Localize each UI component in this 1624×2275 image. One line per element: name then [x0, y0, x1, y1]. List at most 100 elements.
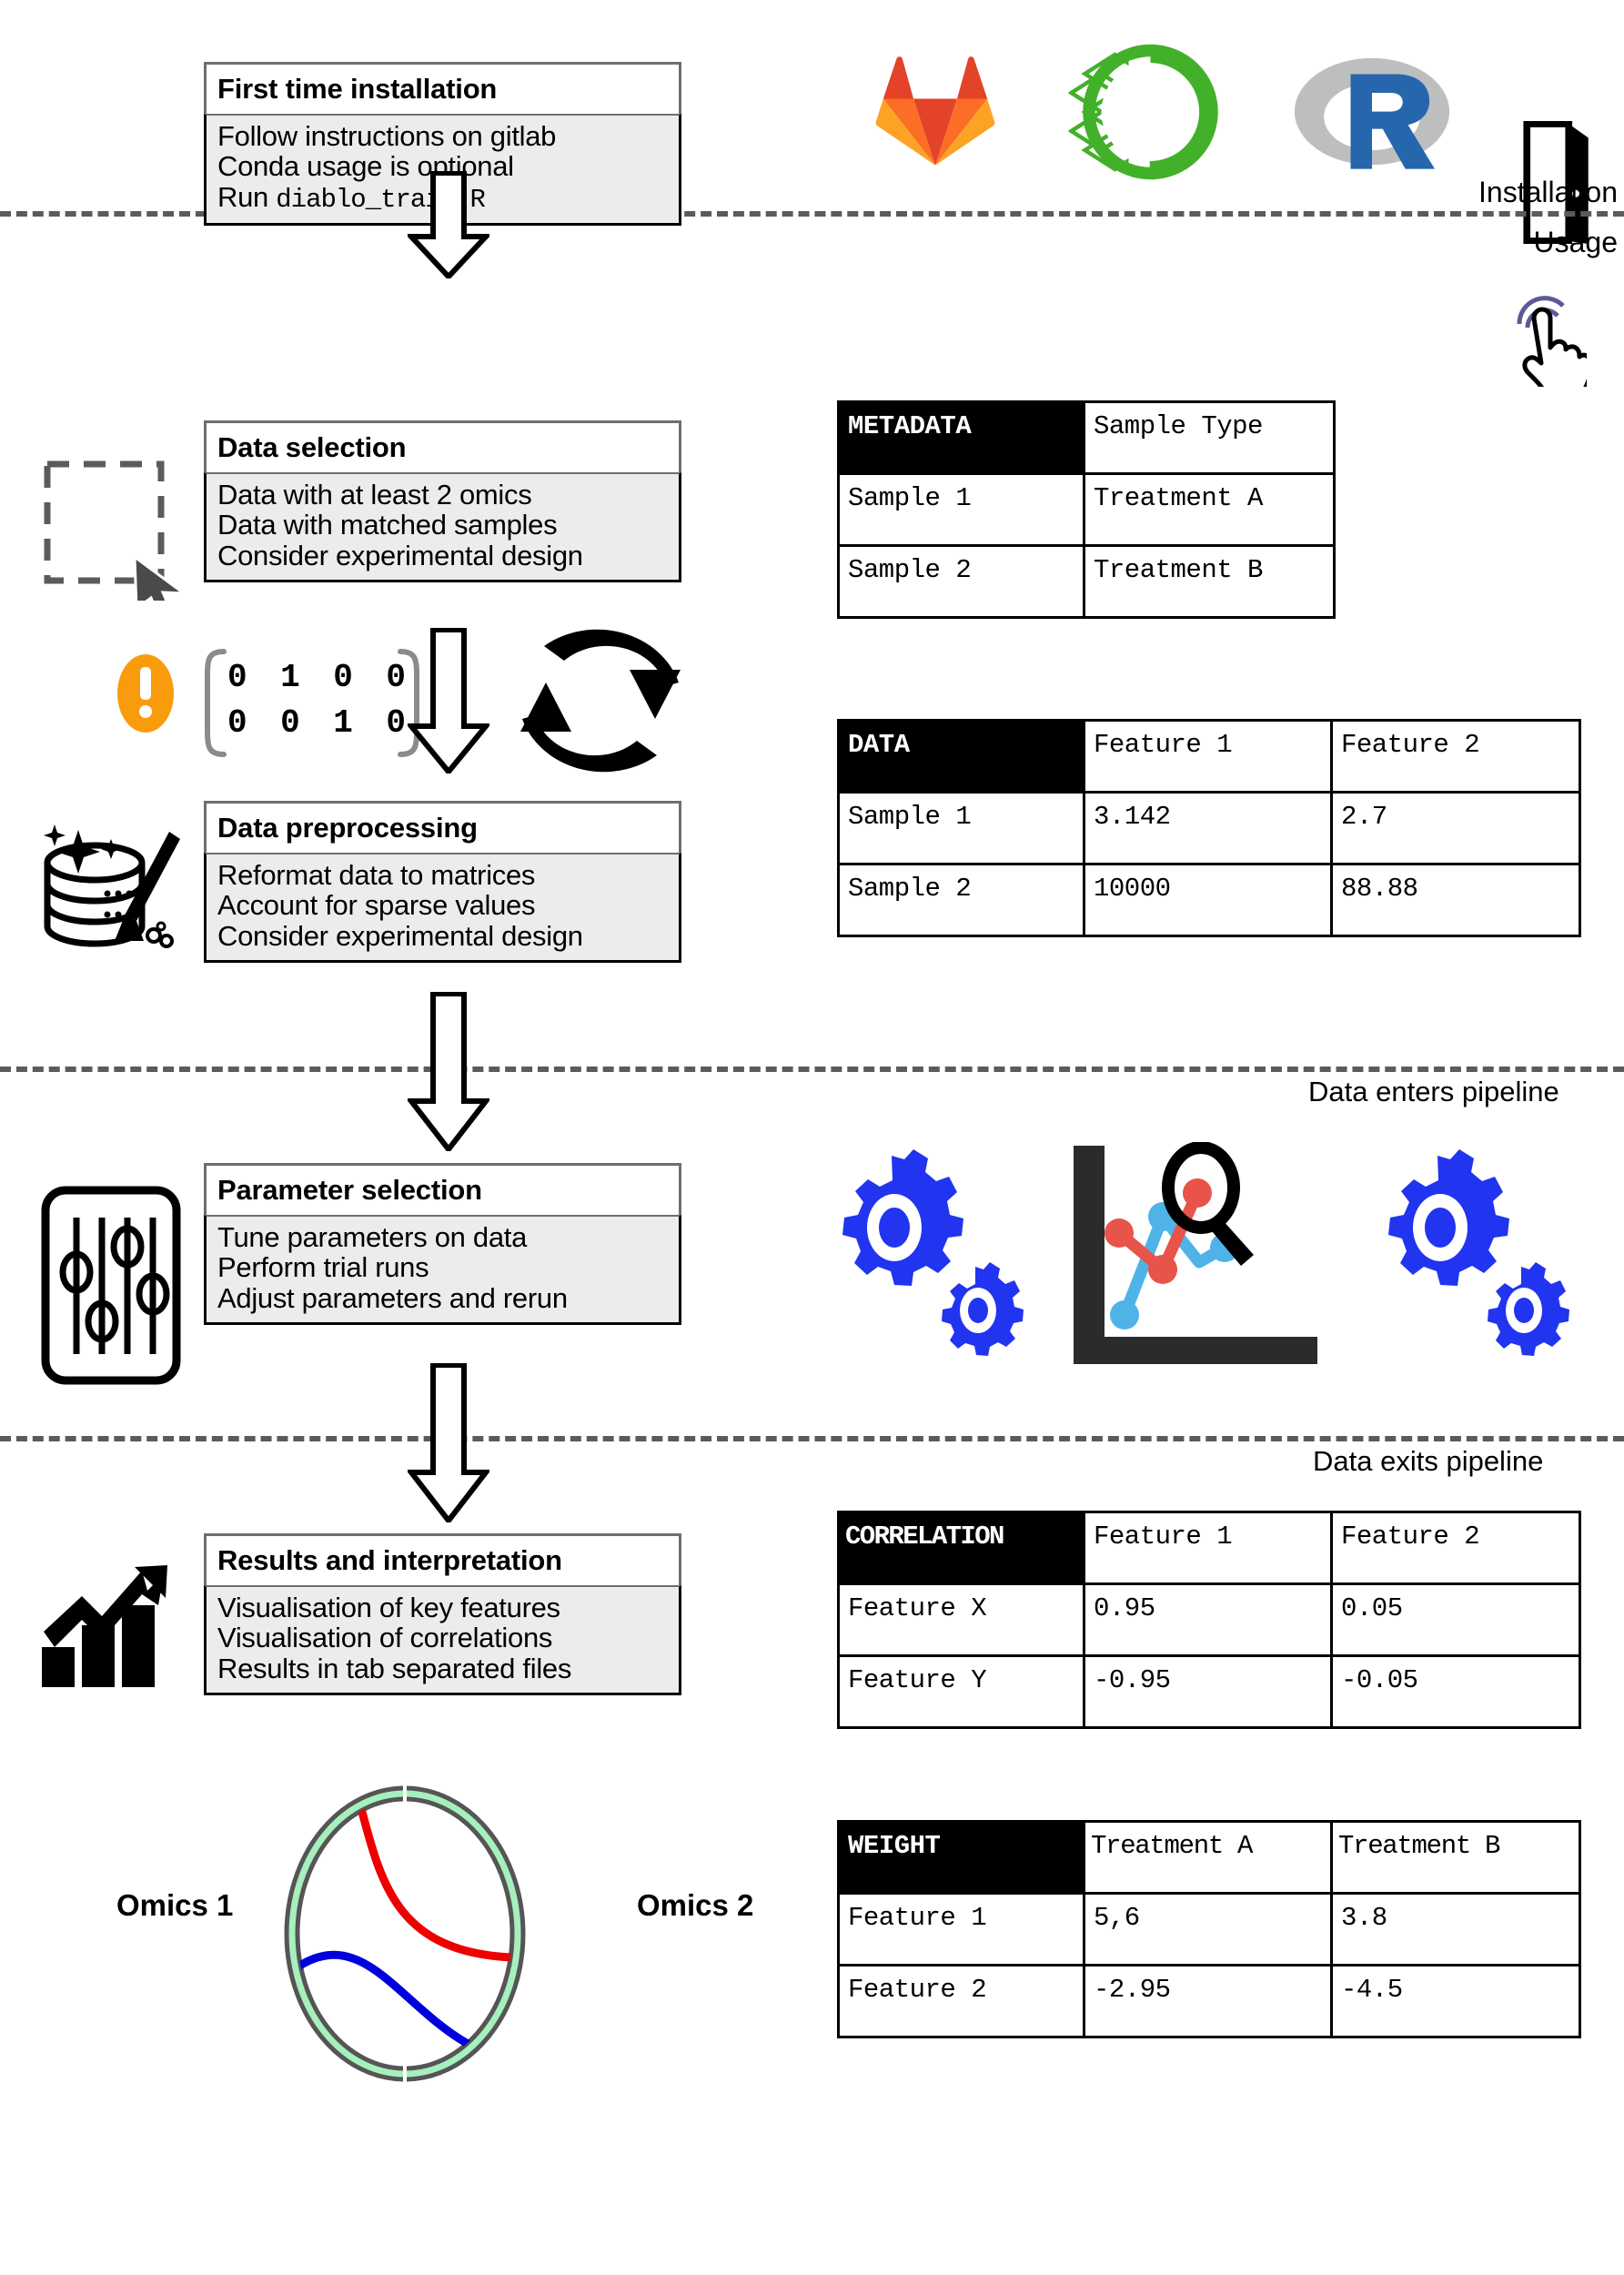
matrix-cell: 1: [333, 704, 353, 742]
r-logo-icon: [1290, 53, 1454, 176]
table-cell: 10000: [1083, 863, 1333, 937]
stage-title: Data selection: [204, 420, 681, 472]
stage-line: Consider experimental design: [217, 539, 583, 571]
selection-marquee-cursor-icon: [38, 455, 193, 620]
table-cell: -2.95: [1083, 1964, 1333, 2038]
stage-line: Data with at least 2 omics: [217, 479, 532, 511]
table-header-row: CORRELATION Feature 1 Feature 2: [837, 1511, 1581, 1585]
table-cell: 2.7: [1330, 791, 1581, 865]
table-row: Feature 1 5,6 3.8: [837, 1892, 1581, 1967]
stage-title: Data preprocessing: [204, 801, 681, 853]
matrix-cell: 0: [280, 704, 300, 742]
stage-body: Reformat data to matrices Account for sp…: [204, 853, 681, 964]
warning-icon: [116, 653, 175, 733]
stage-title: Parameter selection: [204, 1163, 681, 1215]
table-cell: 5,6: [1083, 1892, 1333, 1967]
stage-line: Visualisation of correlations: [217, 1622, 553, 1654]
omics-2-label: Omics 2: [637, 1888, 754, 1922]
table-cell: 3.8: [1330, 1892, 1581, 1967]
table-row: Sample 1 3.142 2.7: [837, 791, 1581, 865]
circos-correlation-plot: [255, 1779, 555, 2088]
stage-line: Adjust parameters and rerun: [217, 1281, 568, 1314]
gears-left-icon: [810, 1145, 1037, 1363]
table-cell: Treatment A: [1083, 472, 1336, 547]
table-cell: Treatment B: [1083, 544, 1336, 619]
gears-right-icon: [1356, 1145, 1583, 1363]
design-matrix: 0 1 0 0 0 0 1 0: [189, 646, 435, 760]
table-row: Sample 1 Treatment A: [837, 472, 1336, 547]
omics-1-label: Omics 1: [116, 1888, 234, 1922]
table-cell: -0.05: [1330, 1654, 1581, 1729]
matrix-cell: 0: [386, 659, 406, 696]
stage-body: Tune parameters on data Perform trial ru…: [204, 1215, 681, 1326]
row-label: Sample 2: [837, 544, 1085, 619]
metadata-table: METADATA Sample Type Sample 1 Treatment …: [837, 400, 1336, 619]
table-cell: 3.142: [1083, 791, 1333, 865]
table-row: Sample 2 10000 88.88: [837, 863, 1581, 937]
matrix-cell: 0: [227, 659, 247, 696]
table-cell: -4.5: [1330, 1964, 1581, 2038]
scatter-chart-magnifier-icon: [1063, 1141, 1326, 1370]
table-corner-header: WEIGHT: [837, 1820, 1085, 1895]
stage-data-selection: Data selection Data with at least 2 omic…: [204, 420, 681, 583]
stage-line: Follow instructions on gitlab: [217, 120, 557, 152]
table-cell: -0.95: [1083, 1654, 1333, 1729]
run-prefix: Run: [217, 180, 268, 213]
table-column-header: Treatment B: [1330, 1820, 1581, 1895]
matrix-cell: 1: [280, 659, 300, 696]
data-table: DATA Feature 1 Feature 2 Sample 1 3.142 …: [837, 719, 1581, 937]
growth-bar-chart-icon: [35, 1563, 171, 1691]
stage-line: Account for sparse values: [217, 889, 536, 922]
stage-line: Tune parameters on data: [217, 1221, 528, 1253]
table-column-header: Feature 2: [1330, 1511, 1581, 1585]
stage-line: Reformat data to matrices: [217, 859, 536, 891]
gitlab-logo-icon: [853, 53, 1017, 167]
row-label: Sample 1: [837, 791, 1085, 865]
conda-logo-icon: [1066, 44, 1235, 180]
row-label: Sample 1: [837, 472, 1085, 547]
table-column-header: Sample Type: [1083, 400, 1336, 475]
table-corner-header: METADATA: [837, 400, 1085, 475]
stage-results-and-interpretation: Results and interpretation Visualisation…: [204, 1533, 681, 1696]
table-header-row: DATA Feature 1 Feature 2: [837, 719, 1581, 794]
table-cell: 88.88: [1330, 863, 1581, 937]
flow-arrow-1: [405, 170, 492, 281]
usage-label: Usage: [1533, 226, 1619, 258]
stage-line: Results in tab separated files: [217, 1652, 572, 1684]
weight-table: WEIGHT Treatment A Treatment B Feature 1…: [837, 1820, 1581, 2038]
table-column-header: Treatment A: [1083, 1820, 1333, 1895]
data-cleaning-icon: [24, 819, 187, 956]
stage-parameter-selection: Parameter selection Tune parameters on d…: [204, 1163, 681, 1326]
table-cell: 0.05: [1330, 1582, 1581, 1657]
separator-data-exits: [0, 1436, 1624, 1441]
matrix-cell: 0: [386, 704, 406, 742]
matrix-cell: 0: [333, 659, 353, 696]
stage-body: Data with at least 2 omics Data with mat…: [204, 472, 681, 583]
correlation-table: CORRELATION Feature 1 Feature 2 Feature …: [837, 1511, 1581, 1729]
table-column-header: Feature 2: [1330, 719, 1581, 794]
table-corner-header: DATA: [837, 719, 1085, 794]
table-corner-header: CORRELATION: [837, 1511, 1085, 1585]
stage-title: First time installation: [204, 62, 681, 114]
separator-data-enters: [0, 1067, 1624, 1072]
rerun-loop-arrows-icon: [519, 628, 682, 774]
row-label: Sample 2: [837, 863, 1085, 937]
flow-arrow-3: [405, 991, 492, 1154]
flow-arrow-4: [405, 1362, 492, 1525]
row-label: Feature Y: [837, 1654, 1085, 1729]
table-row: Feature Y -0.95 -0.05: [837, 1654, 1581, 1729]
data-exits-pipeline-label: Data exits pipeline: [1313, 1445, 1544, 1477]
table-column-header: Feature 1: [1083, 719, 1333, 794]
data-enters-pipeline-label: Data enters pipeline: [1308, 1076, 1559, 1107]
row-label: Feature 1: [837, 1892, 1085, 1967]
stage-line: Perform trial runs: [217, 1251, 429, 1284]
stage-line: Visualisation of key features: [217, 1592, 560, 1623]
sliders-icon: [38, 1183, 184, 1388]
row-label: Feature 2: [837, 1964, 1085, 2038]
table-header-row: WEIGHT Treatment A Treatment B: [837, 1820, 1581, 1895]
tap-hand-icon: [1499, 282, 1593, 399]
table-cell: 0.95: [1083, 1582, 1333, 1657]
stage-data-preprocessing: Data preprocessing Reformat data to matr…: [204, 801, 681, 964]
table-row: Sample 2 Treatment B: [837, 544, 1336, 619]
stage-line: Consider experimental design: [217, 919, 583, 952]
